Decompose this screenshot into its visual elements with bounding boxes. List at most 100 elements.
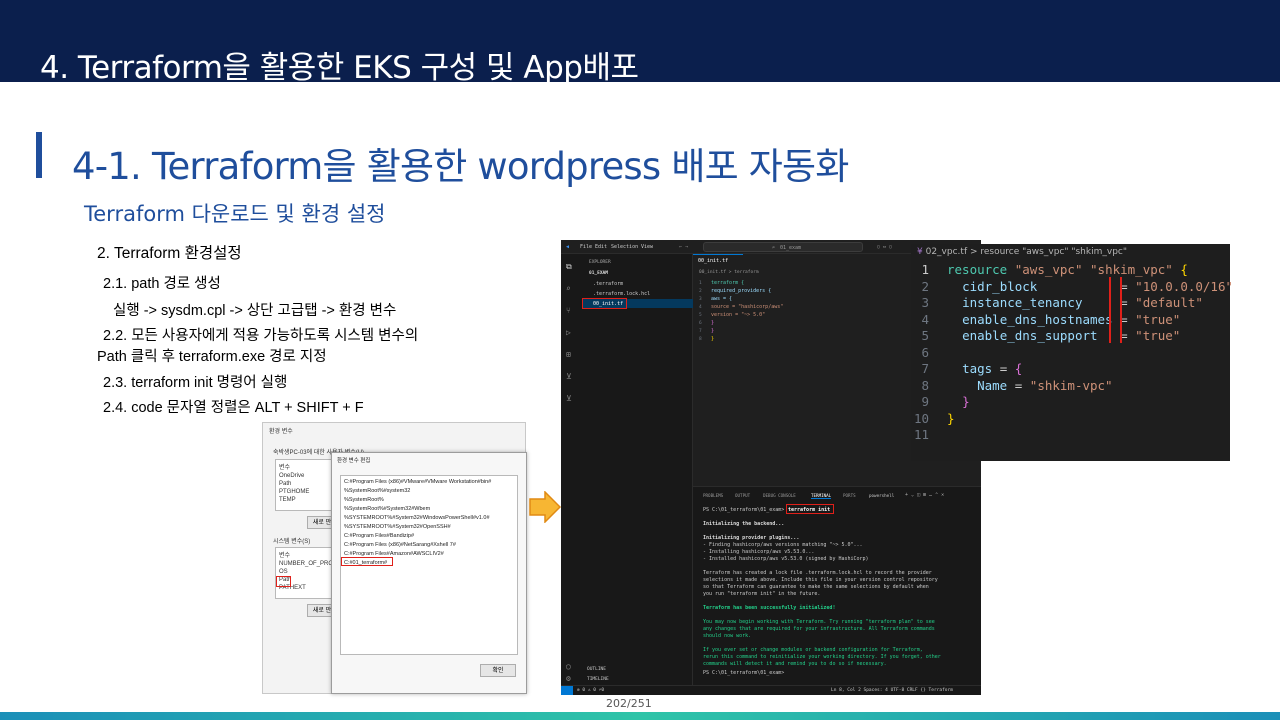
section-subtitle: Terraform 다운로드 및 환경 설정 (84, 202, 386, 226)
terminal-line: If you ever set or change modules or bac… (703, 647, 923, 653)
path-item[interactable]: C:#Program Files (x86)#VMware#VMware Wor… (344, 479, 491, 485)
shell-name[interactable]: powershell (869, 493, 894, 498)
terminal-line: so that Terraform can guarantee to make … (703, 584, 929, 590)
code-line: cidr_block = "10.0.0.0/16" (962, 278, 1234, 294)
steps-heading: 2. Terraform 환경설정 (97, 245, 242, 262)
terminal-line: commands will detect it and remind you t… (703, 661, 887, 667)
env-dialog-title: 환경 변수 (269, 429, 293, 435)
user-var-item[interactable]: PTGHOME (279, 489, 309, 495)
terraform-icon[interactable]: ⊻ (566, 372, 572, 381)
code-line-number: 3 (921, 295, 929, 310)
system-var-item[interactable]: NUMBER_OF_PRO... (279, 561, 338, 567)
terminal-line: selections it made above. Include this f… (703, 577, 938, 583)
panel-controls-icons[interactable]: + ⌄ ◫ ⊞ … ⌃ ✕ (905, 492, 944, 498)
code-line-number: 6 (921, 344, 929, 360)
code-line: Name = "shkim-vpc" (977, 377, 1113, 393)
editor-line: } (711, 320, 715, 326)
settings-gear-icon[interactable]: ⚙ (566, 674, 571, 683)
terminal-line: You may now begin working with Terraform… (703, 619, 935, 625)
code-line: } (947, 410, 955, 426)
terminal-line: you run "terraform init" in the future. (703, 591, 821, 597)
remote-indicator-icon[interactable] (561, 686, 573, 695)
code-line-number: 9 (921, 394, 929, 409)
nav-arrows-icon[interactable]: ← → (679, 244, 688, 250)
section-title: 4-1. Terraform을 활용한 wordpress 배포 자동화 (72, 145, 849, 188)
code-line: enable_dns_hostnames = "true" (962, 311, 1181, 327)
status-right-info[interactable]: Ln 8, Col 2 Spaces: 4 UTF-8 CRLF {} Terr… (831, 688, 953, 693)
panel-tab-terminal[interactable]: TERMINAL (811, 493, 832, 499)
path-item[interactable]: %SystemRoot% (344, 497, 384, 503)
file-item[interactable]: .terraform (593, 281, 623, 287)
path-item[interactable]: %SYSTEMROOT%#System32#WindowsPowerShell#… (344, 515, 490, 521)
user-var-item[interactable]: TEMP (279, 497, 296, 503)
code-line-number: 2 (921, 278, 929, 294)
terminal-line: - Installing hashicorp/aws v5.53.0... (703, 549, 815, 555)
vscode-logo-icon: ◀ (566, 244, 570, 250)
layout-icons[interactable]: ▯ ▭ ▯ (877, 244, 892, 250)
alignment-marker-left (1109, 277, 1111, 343)
menu-view[interactable]: View (641, 244, 653, 250)
menu-selection[interactable]: Selection (611, 244, 638, 250)
panel-tab-ports[interactable]: PORTS (843, 493, 856, 498)
terminal-line-success: Terraform has been successfully initiali… (703, 605, 836, 611)
status-bar: ⊗ 0 ⚠ 0 ⚡0 Ln 8, Col 2 Spaces: 4 UTF-8 C… (561, 685, 981, 695)
search-activity-icon[interactable]: ⌕ (566, 284, 571, 293)
code-line: } (962, 394, 970, 409)
extensions-icon[interactable]: ⊞ (566, 350, 571, 359)
path-item[interactable]: %SYSTEMROOT%#System32#OpenSSH# (344, 524, 451, 530)
code-breadcrumb-text: 02_vpc.tf > resource "aws_vpc" "shkim_vp… (925, 247, 1127, 257)
terminal-line: Initializing the backend... (703, 521, 785, 527)
command-search-box[interactable]: ⌕ 01_exam (703, 242, 863, 252)
path-item[interactable]: %SystemRoot%#system32 (344, 488, 410, 494)
code-line: resource "aws_vpc" "shkim_vpc" { (947, 262, 1188, 277)
ok-button[interactable]: 확인 (480, 664, 516, 677)
editor-tab[interactable]: 00_init.tf (693, 254, 743, 266)
user-var-item[interactable]: OneDrive (279, 473, 304, 479)
panel-tab-output[interactable]: OUTPUT (735, 493, 750, 498)
path-item[interactable]: %SystemRoot%#System32#Wbem (344, 506, 430, 512)
system-vars-label: 시스템 변수(S) (273, 539, 311, 545)
command-highlight-box (786, 504, 834, 514)
folder-label[interactable]: 01_EXAM (589, 271, 608, 276)
panel-tab-problems[interactable]: PROBLEMS (703, 493, 723, 498)
explorer-icon[interactable]: ⧉ (566, 262, 572, 272)
terraform-cloud-icon[interactable]: ⊻ (566, 394, 572, 403)
explorer-label: EXPLORER (589, 260, 611, 265)
file-item[interactable]: .terraform.lock.hcl (593, 291, 650, 297)
step-2-3: 2.3. terraform init 명령어 실행 (103, 375, 288, 391)
step-2-2-line2: Path 클릭 후 terraform.exe 경로 지정 (97, 349, 327, 365)
user-var-item[interactable]: Path (279, 481, 291, 487)
editor-line: } (711, 336, 715, 342)
editor-line: version = "~> 5.0" (711, 312, 766, 318)
slide-footer-bar (0, 712, 1280, 720)
code-line-number: 5 (921, 328, 929, 343)
outline-section[interactable]: OUTLINE (587, 667, 606, 672)
path-item[interactable]: C:#Program Files#Bandizip# (344, 533, 414, 539)
menu-edit[interactable]: Edit (595, 244, 607, 250)
terminal-prompt: PS C:\01_terraform\01_exam> (703, 507, 785, 513)
code-line-number: 1 (921, 262, 929, 277)
step-2-4: 2.4. code 문자열 정렬은 ALT + SHIFT + F (103, 400, 364, 416)
path-item[interactable]: C:#Program Files (x86)#NetSarang#Xshell … (344, 542, 456, 548)
terminal-line: - Installed hashicorp/aws v5.53.0 (signe… (703, 556, 869, 562)
code-line-number: 10 (913, 410, 929, 426)
run-debug-icon[interactable]: ▷ (566, 328, 571, 337)
source-control-icon[interactable]: ⑂ (566, 306, 571, 315)
editor-line: } (711, 328, 715, 334)
system-var-item[interactable]: OS (279, 569, 288, 575)
terraform-file-icon: ¥ (917, 247, 923, 257)
vpc-code-panel: ¥ 02_vpc.tf > resource "aws_vpc" "shkim_… (911, 244, 1234, 461)
panel-tab-debug[interactable]: DEBUG CONSOLE (763, 493, 796, 498)
status-problems[interactable]: ⊗ 0 ⚠ 0 ⚡0 (577, 688, 604, 693)
explorer-sidebar: EXPLORER 01_EXAM .terraform .terraform.l… (581, 254, 693, 685)
user-vars-list[interactable]: 변수 OneDrive Path PTGHOME TEMP (275, 459, 335, 511)
alignment-marker-right (1120, 277, 1122, 343)
terminal-line: Initializing provider plugins... (703, 535, 800, 541)
menu-file[interactable]: File (580, 244, 592, 250)
search-icon: ⌕ (772, 245, 776, 251)
system-vars-list[interactable]: 변수 NUMBER_OF_PRO... OS Path PATHEXT (275, 547, 338, 599)
editor-line-numbers: 12345678 (699, 281, 702, 342)
timeline-section[interactable]: TIMELINE (587, 677, 609, 682)
system-vars-header: 변수 (279, 553, 291, 559)
account-icon[interactable]: ◯ (566, 662, 571, 671)
